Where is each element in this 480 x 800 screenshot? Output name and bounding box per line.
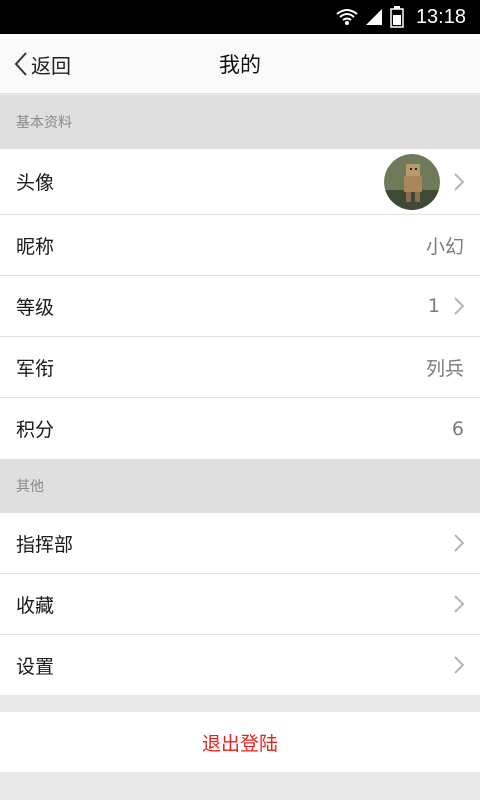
row-label: 设置 — [16, 655, 55, 678]
row-avatar[interactable]: 头像 — [0, 149, 480, 215]
row-label: 军衔 — [16, 357, 55, 380]
row-points[interactable]: 积分 6 — [0, 398, 480, 459]
page-title: 我的 — [219, 53, 261, 77]
row-label: 昵称 — [16, 235, 55, 258]
chevron-right-icon — [440, 172, 464, 191]
chevron-right-icon — [440, 656, 464, 674]
row-label: 等级 — [16, 296, 55, 319]
row-label: 头像 — [16, 172, 55, 194]
nav-bar: 返回 我的 — [0, 34, 480, 94]
chevron-right-icon — [440, 595, 464, 613]
row-label: 收藏 — [16, 594, 55, 617]
section-header-other: 其他 — [0, 459, 480, 513]
row-label: 指挥部 — [16, 533, 74, 556]
profile-screen: 13:18 返回 我的 基本资料 头像 昵称 小幻 等级 1 军衔 列兵 积分 … — [0, 0, 480, 800]
row-settings[interactable]: 设置 — [0, 635, 480, 695]
back-chevron-icon — [14, 51, 31, 77]
chevron-right-icon — [440, 297, 464, 315]
nickname-value: 小幻 — [425, 235, 464, 258]
row-level[interactable]: 等级 1 — [0, 276, 480, 337]
logout-button[interactable]: 退出登陆 — [0, 712, 480, 772]
avatar[interactable] — [384, 153, 440, 210]
rank-value: 列兵 — [425, 357, 464, 380]
row-nickname[interactable]: 昵称 小幻 — [0, 215, 480, 276]
row-headquarters[interactable]: 指挥部 — [0, 513, 480, 574]
status-time: 13:18 — [415, 5, 466, 28]
signal-icon — [364, 7, 384, 27]
wifi-icon — [336, 7, 358, 27]
points-value: 6 — [451, 417, 464, 440]
chevron-right-icon — [440, 534, 464, 552]
back-button[interactable]: 返回 — [14, 34, 71, 94]
status-bar: 13:18 — [0, 0, 480, 34]
row-favorites[interactable]: 收藏 — [0, 574, 480, 635]
battery-icon — [390, 6, 404, 28]
level-value: 1 — [427, 295, 440, 317]
row-label: 积分 — [16, 419, 55, 441]
back-label: 返回 — [31, 53, 71, 78]
row-rank[interactable]: 军衔 列兵 — [0, 337, 480, 398]
section-header-basic: 基本资料 — [0, 95, 480, 149]
